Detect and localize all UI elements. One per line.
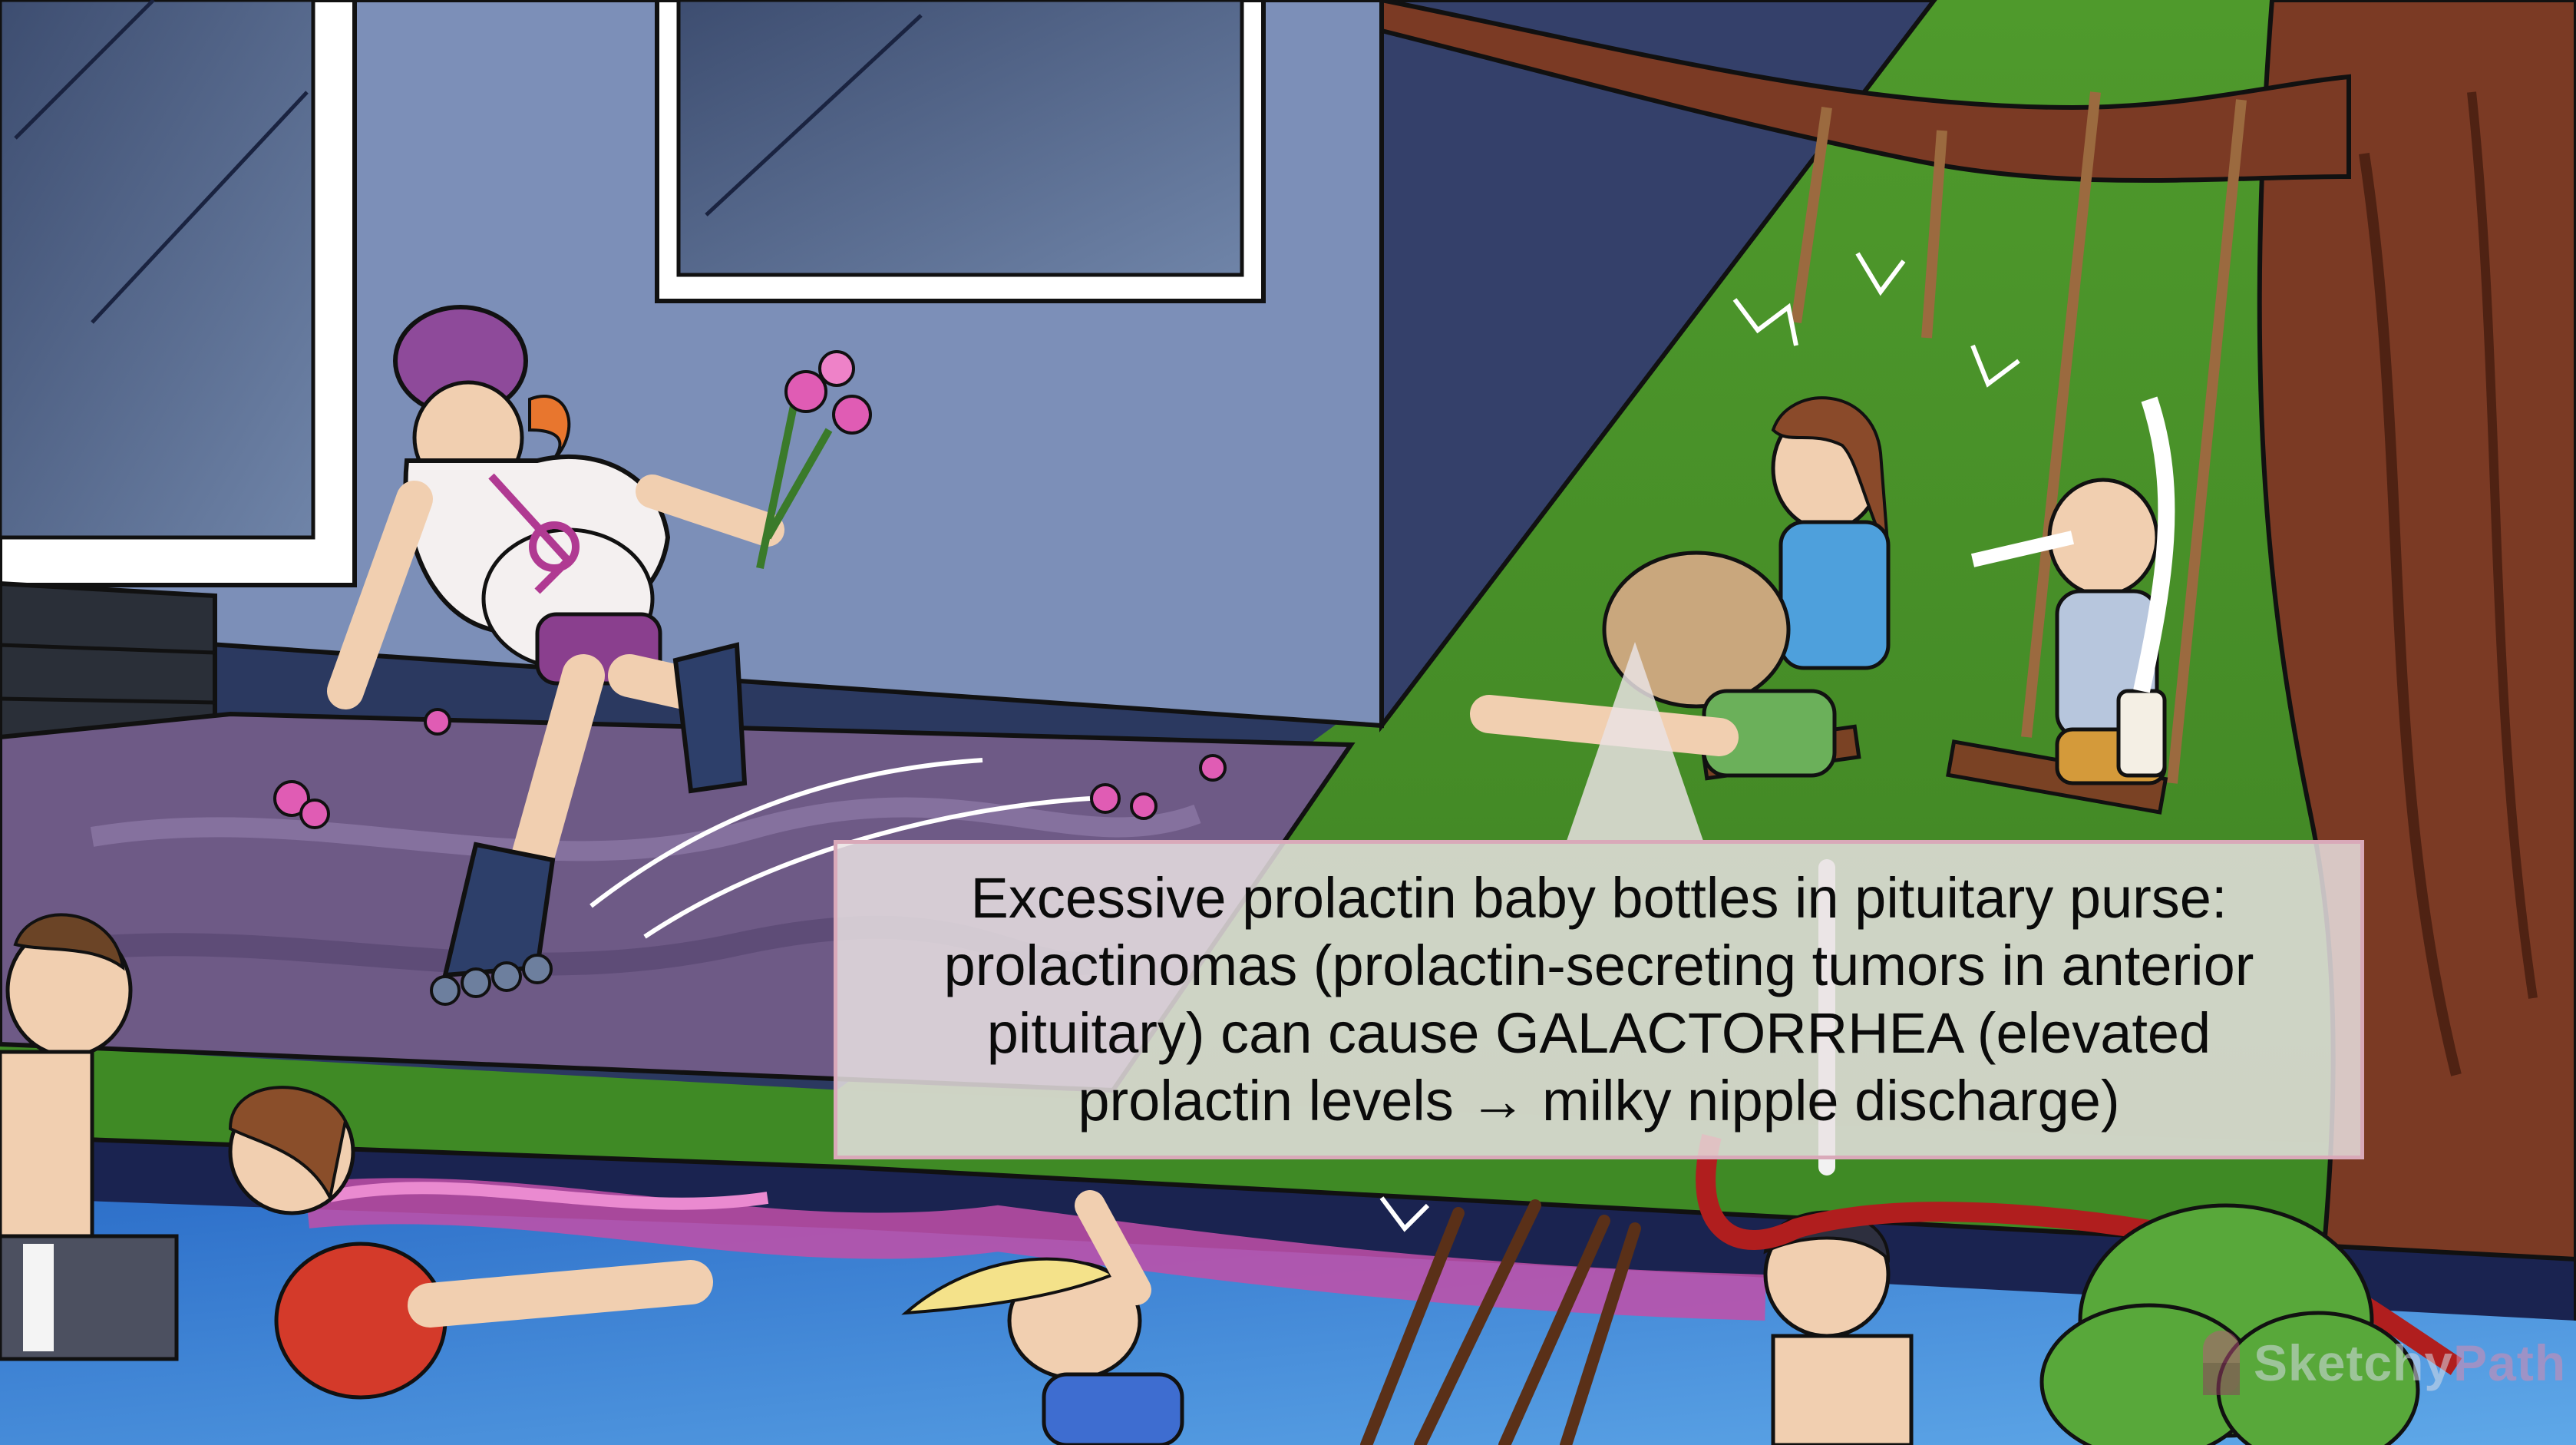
illustration-scene: Excessive prolactin baby bottles in pitu… <box>0 0 2576 1445</box>
logo-text-part1: Sketchy <box>2254 1334 2454 1391</box>
sketchy-logo: SketchyPath <box>2200 1321 2566 1405</box>
callout-text: Excessive prolactin baby bottles in pitu… <box>943 866 2254 1133</box>
pill-logo-icon <box>2203 1331 2240 1395</box>
logo-text-part2: Path <box>2453 1334 2567 1391</box>
annotation-callout: Excessive prolactin baby bottles in pitu… <box>834 840 2364 1159</box>
callout-pointer <box>1566 642 1704 843</box>
logo-text: SketchyPath <box>2254 1334 2566 1392</box>
backyard-illustration <box>0 0 2576 1445</box>
